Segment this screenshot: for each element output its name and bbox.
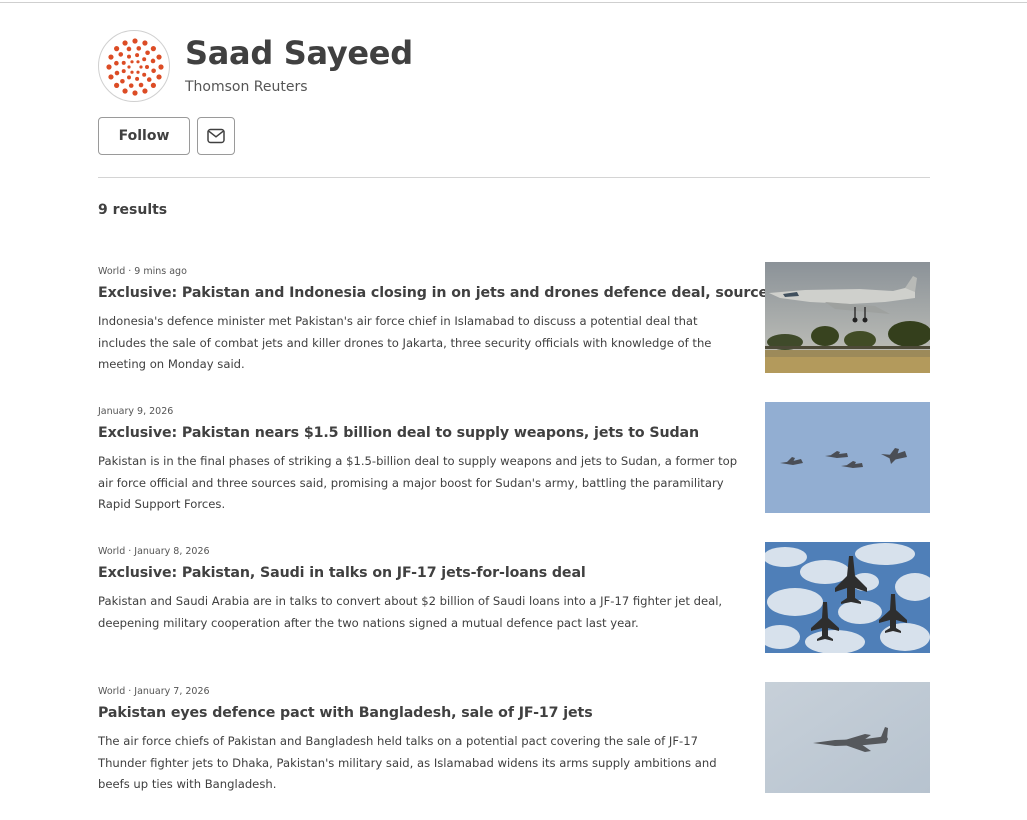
- author-name: Saad Sayeed: [185, 34, 413, 72]
- story-time: January 8, 2026: [134, 546, 210, 557]
- email-author-button[interactable]: [197, 117, 235, 155]
- jet-formation-blue-sky-photo[interactable]: [765, 402, 930, 513]
- story-meta: World · January 7, 2026: [98, 686, 210, 697]
- meta-separator: ·: [128, 546, 132, 557]
- story-item: World · January 7, 2026 Pakistan eyes defe…: [98, 682, 930, 794]
- story-time: January 7, 2026: [134, 686, 210, 697]
- story-section[interactable]: World: [98, 686, 125, 697]
- fighter-jet-takeoff-photo[interactable]: [765, 262, 930, 373]
- story-time: 9 mins ago: [134, 266, 187, 277]
- story-item: January 9, 2026 Exclusive: Pakistan near…: [98, 402, 930, 514]
- meta-separator: ·: [128, 686, 132, 697]
- story-description: Pakistan is in the final phases of strik…: [98, 454, 738, 511]
- meta-separator: ·: [128, 266, 132, 277]
- story-title-link[interactable]: Exclusive: Pakistan, Saudi in talks on J…: [98, 565, 748, 581]
- story-section[interactable]: World: [98, 546, 125, 557]
- jets-cloudy-sky-photo[interactable]: [765, 542, 930, 653]
- top-border: [0, 2, 1027, 3]
- author-organization: Thomson Reuters: [185, 79, 308, 95]
- profile-divider: [98, 177, 930, 178]
- story-description: The air force chiefs of Pakistan and Ban…: [98, 734, 717, 791]
- story-meta: World · January 8, 2026: [98, 546, 210, 557]
- single-jet-grey-sky-photo[interactable]: [765, 682, 930, 793]
- story-meta: World · 9 mins ago: [98, 266, 187, 277]
- story-meta: January 9, 2026: [98, 406, 173, 417]
- story-section[interactable]: World: [98, 266, 125, 277]
- results-count: 9 results: [98, 202, 168, 218]
- story-description: Pakistan and Saudi Arabia are in talks t…: [98, 594, 723, 630]
- story-title-link[interactable]: Exclusive: Pakistan and Indonesia closin…: [98, 285, 808, 301]
- follow-button[interactable]: Follow: [98, 117, 190, 155]
- envelope-icon: [207, 128, 225, 144]
- story-title-link[interactable]: Pakistan eyes defence pact with Banglade…: [98, 705, 748, 721]
- reuters-logo-icon: [106, 38, 164, 96]
- story-title-link[interactable]: Exclusive: Pakistan nears $1.5 billion d…: [98, 425, 748, 441]
- story-item: World · January 8, 2026 Exclusive: Pakista…: [98, 542, 930, 654]
- story-item: World · 9 mins ago Exclusive: Pakistan and…: [98, 262, 930, 374]
- author-avatar: [98, 30, 170, 102]
- story-description: Indonesia's defence minister met Pakista…: [98, 314, 712, 371]
- story-time: January 9, 2026: [98, 406, 174, 417]
